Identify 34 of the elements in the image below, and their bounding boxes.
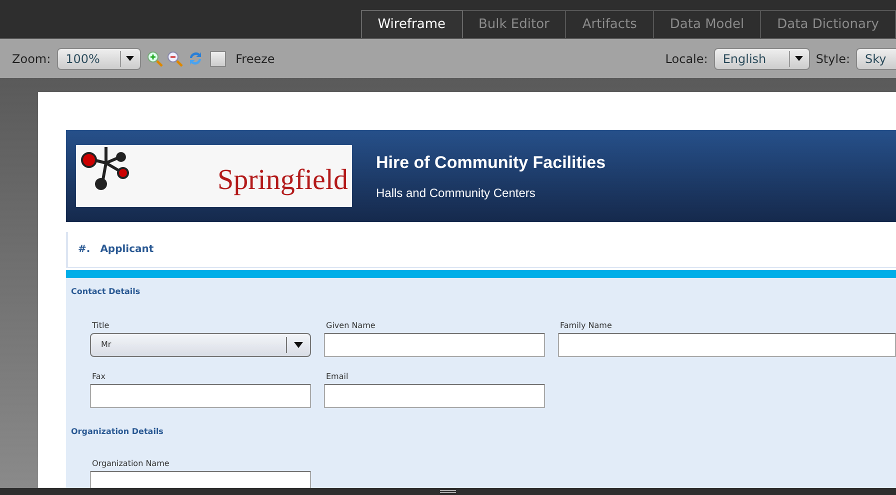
locale-dropdown[interactable]: English — [714, 48, 810, 70]
caret-icon — [795, 56, 804, 61]
zoom-dropdown[interactable]: 100% — [56, 48, 141, 70]
field-label: Email — [325, 371, 350, 383]
tab[interactable]: Wireframe — [360, 10, 462, 38]
style-label: Style: — [816, 50, 850, 68]
text-field[interactable] — [324, 384, 545, 408]
text-field[interactable] — [558, 333, 896, 357]
resize-grip[interactable] — [440, 490, 456, 493]
field-label: Title — [91, 320, 110, 332]
group-heading: Contact Details — [71, 286, 142, 298]
zoom-in-icon[interactable] — [146, 50, 163, 66]
field-label: Organization Name — [91, 458, 170, 470]
freeze-checkbox[interactable] — [210, 50, 226, 66]
field-label: Fax — [91, 371, 107, 383]
zoom-out-icon[interactable] — [166, 50, 183, 66]
freeze-label: Freeze — [236, 50, 275, 68]
field-label: Family Name — [559, 320, 613, 332]
text-field[interactable] — [324, 333, 545, 357]
field-label: Given Name — [325, 320, 376, 332]
caret-icon — [294, 342, 303, 348]
text-field[interactable] — [90, 471, 311, 488]
form-title: Hire of Community Facilities — [376, 152, 606, 174]
text-field[interactable] — [90, 384, 311, 408]
caret-icon — [126, 56, 134, 61]
group-heading: Organization Details — [71, 426, 164, 438]
zoom-label: Zoom: — [12, 50, 51, 68]
section-title: Applicant — [100, 243, 154, 257]
locale-label: Locale: — [665, 50, 708, 68]
style-dropdown[interactable]: Sky — [856, 48, 896, 70]
logo-text: Springfield — [218, 163, 348, 198]
section-number: #. — [78, 243, 90, 257]
title-dropdown[interactable]: Mr — [90, 333, 311, 357]
form-subtitle: Halls and Community Centers — [376, 184, 536, 202]
